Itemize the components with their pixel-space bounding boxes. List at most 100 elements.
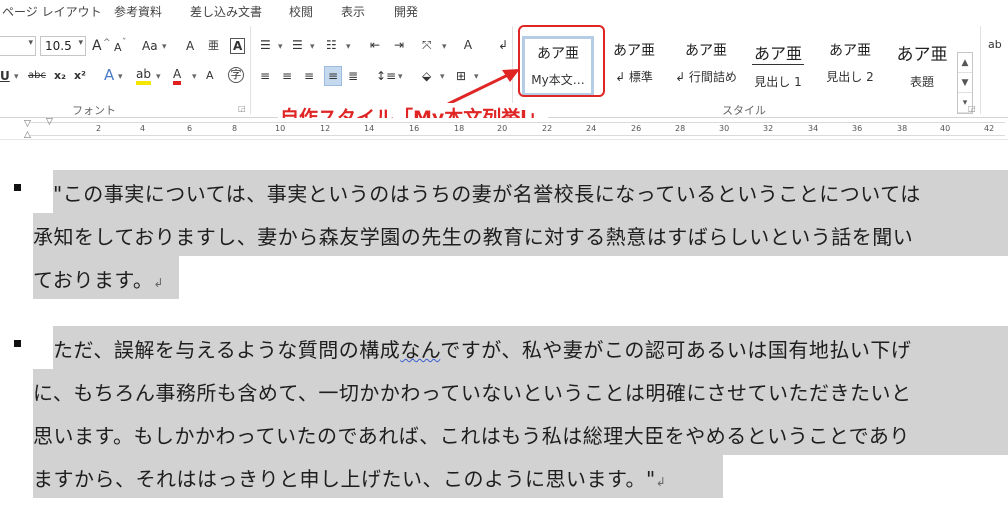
chevron-down-icon[interactable]: ▼: [958, 73, 972, 93]
tab-review[interactable]: 校閲: [289, 3, 313, 20]
tab-view[interactable]: 表示: [341, 3, 365, 20]
chevron-up-icon[interactable]: ▲: [958, 53, 972, 73]
enclose-char-icon[interactable]: 字: [228, 67, 244, 83]
text-line: "この事実については、事実というのはうちの妻が名誉校長になっているということにつ…: [33, 170, 1008, 213]
bullet-marker: [14, 340, 21, 347]
styles-dialog-launcher-icon[interactable]: ◲: [968, 104, 976, 113]
line-text: ますから、それははっきりと申し上げたい、このように思います。"↲: [33, 463, 666, 492]
paragraph-mark-icon: ↲: [153, 276, 164, 290]
tab-references[interactable]: 参考資料: [114, 3, 162, 20]
style-name: 表題: [909, 75, 934, 89]
show-marks-icon[interactable]: ↲: [498, 36, 508, 54]
asian-layout-icon[interactable]: Ａ: [462, 36, 474, 54]
line-text: 承知をしておりますし、妻から森友学園の先生の教育に対する熱意はすばらしいという話…: [33, 225, 914, 249]
ribbon-tabs: ページ レイアウト 参考資料 差し込み文書 校閲 表示 開発: [0, 0, 1008, 22]
line-spacing-icon[interactable]: ↕≡: [376, 67, 396, 85]
ruler-tick: 6: [187, 124, 193, 133]
editing-icon[interactable]: ab: [988, 36, 1002, 54]
shrink-font-icon[interactable]: A: [114, 39, 122, 57]
ruler-tick: 40: [940, 124, 951, 133]
increase-indent-icon[interactable]: ⇥: [394, 36, 404, 54]
chevron-down-icon: ▾: [310, 42, 315, 52]
ruler-tick: 10: [275, 124, 286, 133]
first-line-indent-icon[interactable]: ▽: [24, 119, 31, 129]
decrease-indent-icon[interactable]: ⇤: [370, 36, 380, 54]
ruler-tick: 20: [497, 124, 508, 133]
superscript-icon[interactable]: x²: [74, 67, 86, 85]
style-normal[interactable]: あア亜 ↲ 標準: [598, 36, 670, 96]
group-divider: [250, 26, 251, 114]
style-highlight-box: [518, 25, 605, 97]
underline-icon[interactable]: U: [0, 67, 10, 85]
ruler-tick: 8: [232, 124, 238, 133]
direction-icon[interactable]: ⤧: [422, 36, 432, 54]
style-name: 見出し 2: [826, 70, 874, 84]
chevron-down-icon: ▾: [28, 38, 33, 48]
font-size-combo[interactable]: 10.5 ▾: [40, 36, 86, 56]
style-heading-2[interactable]: あア亜 見出し 2: [814, 36, 886, 96]
align-right-icon[interactable]: ≡: [304, 67, 314, 85]
chevron-down-icon: ▾: [156, 72, 161, 82]
line-text: "この事実については、事実というのはうちの妻が名誉校長になっているということにつ…: [53, 182, 921, 206]
font-size-value: 10.5: [45, 39, 72, 53]
ruler-tick: 4: [140, 124, 146, 133]
bullets-icon[interactable]: ☰: [260, 36, 271, 54]
line-text-content: ております。: [33, 268, 154, 292]
grammar-flag[interactable]: なん: [400, 338, 440, 362]
document-body[interactable]: "この事実については、事実というのはうちの妻が名誉校長になっているということにつ…: [0, 140, 1008, 522]
paragraph-mark-icon: ↲: [655, 475, 667, 489]
char-border-icon[interactable]: A: [230, 38, 246, 54]
line-text-content: ますから、それははっきりと申し上げたい、このように思います。": [33, 467, 656, 491]
font-name-combo[interactable]: ▾: [0, 36, 36, 56]
bullet-marker: [14, 184, 21, 191]
hanging-indent-icon[interactable]: △: [24, 130, 31, 140]
shading-bucket-icon[interactable]: ⬙: [422, 67, 431, 85]
align-left-icon[interactable]: ≡: [260, 67, 270, 85]
chevron-down-icon: ▾: [162, 42, 167, 52]
paragraph-2[interactable]: ただ、誤解を与えるような質問の構成なんですが、私や妻がこの認可あるいは国有地払い…: [33, 326, 1008, 498]
grow-font-icon[interactable]: A: [92, 37, 102, 55]
horizontal-ruler[interactable]: ▽ △ ▽ 2 4 6 8 10 12 14 16 18 20 22 24 26…: [0, 117, 1008, 140]
font-color-icon[interactable]: A: [173, 67, 182, 85]
align-center-icon[interactable]: ≡: [282, 67, 292, 85]
ruler-tick: 16: [409, 124, 420, 133]
tab-mailings[interactable]: 差し込み文書: [190, 3, 262, 20]
ruler-tick: 38: [897, 124, 908, 133]
left-indent-icon[interactable]: ▽: [46, 117, 53, 127]
style-sample: あア亜: [751, 40, 804, 65]
chevron-down-icon: ▾: [118, 72, 123, 82]
change-case-icon[interactable]: Aa: [142, 37, 158, 55]
style-heading-1[interactable]: あア亜 見出し 1: [742, 36, 814, 96]
clear-format-icon[interactable]: A: [186, 37, 194, 55]
strikethrough-icon[interactable]: abc: [28, 67, 46, 85]
style-name: ↲ 標準: [615, 70, 653, 84]
font-group-label: フォント: [72, 104, 116, 117]
text-line: ますから、それははっきりと申し上げたい、このように思います。"↲: [33, 455, 1008, 498]
text-line: ております。↲: [33, 256, 1008, 299]
distributed-icon[interactable]: ≣: [348, 67, 358, 85]
numbering-icon[interactable]: ☰: [292, 36, 303, 54]
line-text: に、もちろん事務所も含めて、一切かかわっていないということは明確にさせていただき…: [33, 381, 912, 405]
chevron-down-icon: ▾: [78, 38, 83, 48]
multilevel-list-icon[interactable]: ☷: [326, 36, 337, 54]
ruler-tick: 12: [320, 124, 331, 133]
line-text: ております。↲: [33, 264, 164, 293]
ruler-tick: 28: [675, 124, 686, 133]
chevron-down-icon: ▾: [192, 72, 197, 82]
style-name: 見出し 1: [754, 75, 802, 89]
paragraph-1[interactable]: "この事実については、事実というのはうちの妻が名誉校長になっているということにつ…: [33, 170, 1008, 299]
tab-developer[interactable]: 開発: [394, 3, 418, 20]
subscript-icon[interactable]: x₂: [54, 67, 66, 85]
line-text-post: ですが、私や妻がこの認可あるいは国有地払い下げ: [440, 338, 912, 362]
style-sample: あア亜: [896, 45, 948, 65]
ruler-tick: 30: [719, 124, 730, 133]
justify-icon[interactable]: ≡: [324, 66, 343, 86]
font-dialog-launcher-icon[interactable]: ◲: [238, 104, 246, 113]
highlight-icon[interactable]: ab: [136, 67, 151, 85]
shading-icon[interactable]: A: [206, 67, 214, 85]
style-no-spacing[interactable]: あア亜 ↲ 行間詰め: [670, 36, 742, 96]
ruby-icon[interactable]: 亜: [208, 37, 219, 55]
style-title[interactable]: あア亜 表題: [886, 36, 958, 96]
tab-page-layout[interactable]: ページ レイアウト: [2, 3, 102, 20]
text-effects-icon[interactable]: A: [104, 66, 114, 84]
